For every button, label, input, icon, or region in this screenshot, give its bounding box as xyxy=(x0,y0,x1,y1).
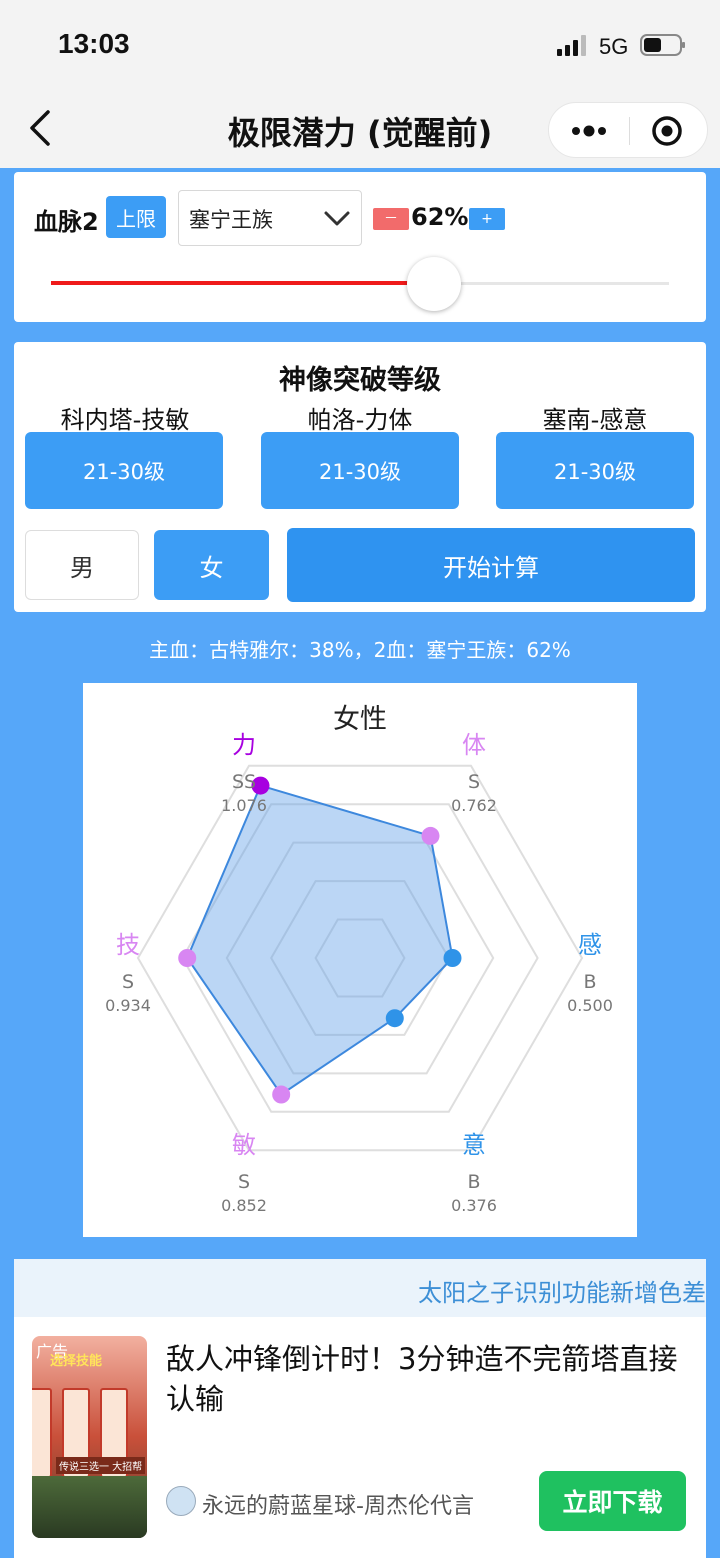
radar-axis-grade-6: S xyxy=(122,971,134,993)
chart-title: 女性 xyxy=(333,704,387,735)
thumb-skill-card xyxy=(32,1388,52,1478)
radar-axis-value-1: 1.076 xyxy=(221,796,267,815)
percent-value: 62% xyxy=(411,203,469,231)
more-icon[interactable] xyxy=(569,117,609,145)
chevron-down-icon xyxy=(324,211,350,226)
slider-fill xyxy=(51,281,435,285)
level-select-3[interactable]: 21-30级 xyxy=(496,432,694,509)
clan-select-value: 塞宁王族 xyxy=(189,208,273,232)
clan-select[interactable]: 塞宁王族 xyxy=(178,190,362,246)
marquee-text: 太阳之子识别功能新增色差 xyxy=(418,1279,706,1307)
radar-axis-grade-1: SS xyxy=(232,771,256,793)
battery-icon xyxy=(640,34,685,56)
radar-axis-name-4: 意 xyxy=(462,1131,486,1159)
gender-female-button[interactable]: 女 xyxy=(154,530,269,600)
status-time: 13:03 xyxy=(58,28,130,59)
decrease-button[interactable]: － xyxy=(373,208,409,230)
bloodline-card: 血脉2 上限 塞宁王族 － 62% + xyxy=(14,172,706,322)
slider-thumb[interactable] xyxy=(407,257,462,311)
ad-thumb-title: 选择技能 xyxy=(50,1354,103,1369)
capsule-divider xyxy=(629,117,630,145)
radar-axis-name-2: 体 xyxy=(462,731,486,759)
status-bar: 13:03 5G xyxy=(0,0,720,92)
radar-axis-name-5: 敏 xyxy=(232,1131,256,1159)
radar-data-area xyxy=(186,784,454,1096)
nav-bar: 极限潜力 (觉醒前) xyxy=(0,92,720,168)
increase-button[interactable]: + xyxy=(469,208,505,230)
download-button[interactable]: 立即下载 xyxy=(539,1471,686,1531)
level-select-2[interactable]: 21-30级 xyxy=(261,432,459,509)
ad-author: 永远的蔚蓝星球-周杰伦代言 xyxy=(202,1494,474,1519)
avatar xyxy=(166,1486,196,1516)
thumb-battlefield xyxy=(32,1476,147,1538)
ad-area: 太阳之子识别功能新增色差 广告 选择技能 传说三选一 大招帮 敌人冲锋倒计时！3… xyxy=(14,1259,706,1558)
radar-point-2 xyxy=(421,826,440,845)
radar-chart: 力SS1.076体S0.762感B0.500意B0.376敏S0.852技S0.… xyxy=(105,704,613,1215)
notice-marquee[interactable]: 太阳之子识别功能新增色差 xyxy=(14,1259,706,1317)
radar-axis-value-5: 0.852 xyxy=(221,1196,267,1215)
radar-chart-card: 力 SS 1.076 体 S 0.762 感 B 0.500 意 B 0.376 敏 S 0.852 技 S 0.… xyxy=(83,683,637,1237)
calculate-button[interactable]: 开始计算 xyxy=(287,528,695,602)
radar-axis-grade-2: S xyxy=(468,771,480,793)
limit-button[interactable]: 上限 xyxy=(106,196,166,238)
ad-thumb-caption: 传说三选一 大招帮 xyxy=(56,1457,146,1474)
radar-axis-grade-5: S xyxy=(238,1171,250,1193)
ad-title[interactable]: 敌人冲锋倒计时！3分钟造不完箭塔直接认输 xyxy=(166,1339,694,1419)
radar-axis-name-1: 力 xyxy=(232,731,256,759)
radar-axis-value-4: 0.376 xyxy=(451,1196,497,1215)
bloodline-summary: 主血：古特雅尔：38%，2血：塞宁王族：62% xyxy=(149,638,571,662)
mini-program-capsule xyxy=(548,102,708,158)
bloodline-label: 血脉2 xyxy=(34,208,99,236)
breakthrough-card: 神像突破等级 科内塔-技敏 帕洛-力体 塞南-感意 21-30级 21-30级 … xyxy=(14,342,706,612)
signal-icon xyxy=(557,35,586,56)
radar-point-5 xyxy=(272,1085,291,1104)
radar-axis-value-6: 0.934 xyxy=(105,996,151,1015)
ad-thumbnail[interactable]: 广告 选择技能 传说三选一 大招帮 xyxy=(32,1336,147,1538)
gender-male-button[interactable]: 男 xyxy=(25,530,139,600)
level-select-1[interactable]: 21-30级 xyxy=(25,432,223,509)
radar-point-3 xyxy=(443,949,462,967)
radar-axis-grade-4: B xyxy=(467,1171,480,1193)
radar-axis-name-6: 技 xyxy=(116,931,140,959)
radar-point-4 xyxy=(385,1009,404,1028)
radar-axis-value-2: 0.762 xyxy=(451,796,497,815)
statue-label-3: 塞南-感意 xyxy=(542,406,648,434)
breakthrough-title: 神像突破等级 xyxy=(279,365,441,396)
statue-label-1: 科内塔-技敏 xyxy=(60,406,190,434)
close-target-icon[interactable] xyxy=(649,115,685,147)
radar-point-6 xyxy=(178,949,197,967)
statue-label-2: 帕洛-力体 xyxy=(307,406,413,434)
network-type: 5G xyxy=(599,34,629,59)
radar-axis-grade-3: B xyxy=(583,971,596,993)
radar-axis-value-3: 0.500 xyxy=(567,996,613,1015)
radar-axis-name-3: 感 xyxy=(578,931,602,959)
